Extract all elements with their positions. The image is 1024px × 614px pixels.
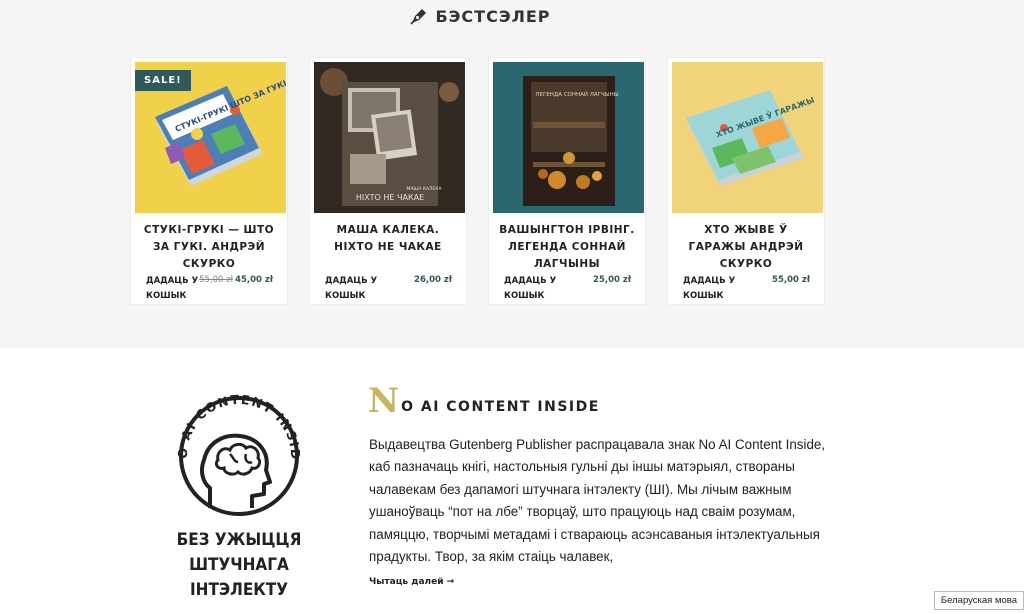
bestseller-heading: БЭСТСЭЛЕР	[0, 6, 960, 26]
product-title[interactable]: СТУКІ-ГРУКІ — ШТО ЗА ГУКІ. АНДРЭЙ СКУРКО	[137, 222, 281, 273]
badge-caption-line1: БЕЗ УЖЫЦЦЯ	[176, 530, 302, 550]
product-card[interactable]: ЛЕГЕНДА СОННАЙ ЛАГЧЫНЫ ВАШЫНГТОН ІРВІНГ.…	[488, 57, 646, 305]
add-to-cart-button[interactable]: ДАДАЦЬ У КОШЫК	[325, 274, 385, 304]
no-ai-badge: NO AI CONTENT INSIDE БЕЗ УЖЫЦЦЯ ШТУЧНАГА…	[148, 378, 324, 603]
read-more-link[interactable]: Чытаць далей →	[369, 577, 454, 587]
product-card[interactable]: СТУКІ-ГРУКІ ШТО ЗА ГУКІ SALE! СТУКІ-ГРУК…	[130, 57, 288, 305]
product-card[interactable]: ХТО ЖЫВЕ Ў ГАРАЖЫ ХТО ЖЫВЕ Ў ГАРАЖЫ АНДР…	[667, 57, 825, 305]
no-ai-heading: N O AI CONTENT INSIDE	[368, 381, 600, 421]
product-price: 25,00 zł	[593, 275, 631, 285]
heading-text: O AI CONTENT INSIDE	[401, 399, 600, 415]
sale-price: 45,00 zł	[235, 275, 273, 285]
pen-icon	[410, 9, 427, 25]
book-cover-image: ЛЕГЕНДА СОННАЙ ЛАГЧЫНЫ	[493, 62, 644, 213]
sale-badge: SALE!	[135, 70, 191, 91]
badge-caption-line2: ШТУЧНАГА ІНТЭЛЕКТУ	[189, 555, 289, 600]
book-cover-image: ХТО ЖЫВЕ Ў ГАРАЖЫ	[672, 62, 823, 213]
product-title[interactable]: ВАШЫНГТОН ІРВІНГ. ЛЕГЕНДА СОННАЙ ЛАГЧЫНЫ	[495, 222, 639, 273]
product-price: 55,00 zł	[772, 275, 810, 285]
bestseller-title: БЭСТСЭЛЕР	[435, 6, 551, 26]
product-price: 26,00 zł	[414, 275, 452, 285]
book-cover-image: НІХТО НЕ ЧАКАЕ МАША КАЛЕКА	[314, 62, 465, 213]
product-title[interactable]: ХТО ЖЫВЕ Ў ГАРАЖЫ АНДРЭЙ СКУРКО	[674, 222, 818, 273]
cover-title-text: ЛЕГЕНДА СОННАЙ ЛАГЧЫНЫ	[535, 91, 618, 98]
product-cover[interactable]: СТУКІ-ГРУКІ ШТО ЗА ГУКІ SALE!	[135, 62, 286, 213]
add-to-cart-button[interactable]: ДАДАЦЬ У КОШЫК	[504, 274, 564, 304]
no-ai-description: Выдавецтва Gutenberg Publisher распрацав…	[369, 437, 826, 565]
product-cover[interactable]: ХТО ЖЫВЕ Ў ГАРАЖЫ	[672, 62, 823, 213]
language-switcher[interactable]: Беларуская мова	[933, 591, 1024, 610]
no-ai-logo: NO AI CONTENT INSIDE	[148, 378, 302, 516]
product-cover[interactable]: ЛЕГЕНДА СОННАЙ ЛАГЧЫНЫ	[493, 62, 644, 213]
product-price: 55,00 zł 45,00 zł	[199, 275, 273, 285]
add-to-cart-button[interactable]: ДАДАЦЬ У КОШЫК	[146, 274, 206, 304]
product-card[interactable]: НІХТО НЕ ЧАКАЕ МАША КАЛЕКА МАША КАЛЕКА. …	[309, 57, 467, 305]
cover-title-text: НІХТО НЕ ЧАКАЕ	[356, 193, 424, 202]
product-title[interactable]: МАША КАЛЕКА. НІХТО НЕ ЧАКАЕ	[316, 222, 460, 256]
add-to-cart-button[interactable]: ДАДАЦЬ У КОШЫК	[683, 274, 743, 304]
old-price: 55,00 zł	[199, 275, 234, 285]
product-cover[interactable]: НІХТО НЕ ЧАКАЕ МАША КАЛЕКА	[314, 62, 465, 213]
cover-author-text: МАША КАЛЕКА	[406, 186, 442, 192]
heading-drop-cap: N	[368, 381, 400, 421]
badge-caption: БЕЗ УЖЫЦЦЯ ШТУЧНАГА ІНТЭЛЕКТУ	[154, 528, 324, 603]
